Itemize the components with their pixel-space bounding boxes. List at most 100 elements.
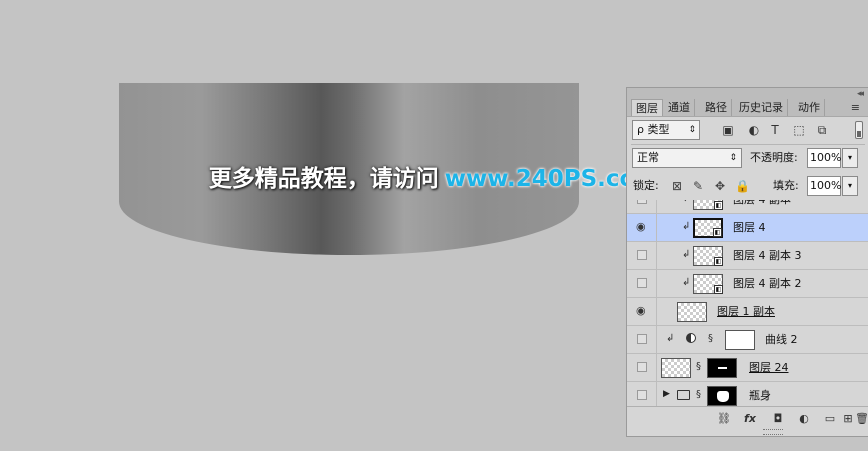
filter-kind-select[interactable]: ρ 类型 ⇕ — [632, 120, 700, 140]
layer-thumbnail: ◧ — [693, 200, 723, 210]
shape-filter-icon[interactable]: ⬚ — [792, 123, 806, 137]
lock-transparency-icon[interactable]: ⊠ — [670, 179, 684, 193]
opacity-input[interactable]: 100% — [807, 148, 841, 168]
layer-filter-row: ρ 类型 ⇕ ▣ ◐ T ⬚ ⧉ — [627, 120, 868, 142]
layer-thumbnail: ◧ — [693, 246, 723, 266]
visibility-toggle[interactable]: ◉ — [627, 298, 657, 325]
layer-name: 瓶身 — [749, 389, 771, 402]
layer-name: 图层 24 — [749, 361, 789, 374]
layer-thumbnail: ◧ — [693, 274, 723, 294]
hidden-box-icon — [637, 334, 647, 344]
blend-row: 正常 ⇕ 不透明度: 100% ▾ — [627, 148, 868, 170]
watermark-text: 更多精品教程，请访问 — [208, 166, 439, 192]
layers-list: ↲ ◧ 图层 4 副本 ◉ ↲ ◧ 图层 4 ↲ ◧ 图层 4 副本 3 ↲ ◧… — [627, 200, 868, 406]
filter-toggle[interactable] — [855, 121, 863, 139]
layer-name: 图层 1 副本 — [717, 305, 775, 318]
lock-row: 锁定: ⊠ ✎ ✥ 🔒 填充: 100% ▾ — [627, 176, 868, 198]
eye-icon: ◉ — [636, 220, 646, 233]
lock-all-icon[interactable]: 🔒 — [735, 179, 750, 193]
eye-icon: ◉ — [636, 304, 646, 317]
layer-mask-thumbnail — [707, 386, 737, 406]
layer-name: 图层 4 — [733, 221, 766, 234]
expand-arrow-icon[interactable]: ▶ — [663, 389, 670, 399]
layer-name: 曲线 2 — [765, 333, 798, 346]
layer-row[interactable]: ◉ ↲ ◧ 图层 4 — [627, 214, 868, 242]
lock-position-icon[interactable]: ✥ — [713, 179, 727, 193]
tab-layers[interactable]: 图层 — [631, 99, 663, 116]
mask-shape — [718, 367, 727, 369]
link-icon[interactable]: § — [696, 361, 701, 372]
adjustment-filter-icon[interactable]: ◐ — [747, 123, 761, 137]
panel-menu-icon[interactable]: ≡ — [851, 101, 860, 114]
visibility-toggle[interactable] — [627, 326, 657, 353]
divider — [631, 144, 865, 145]
tab-paths[interactable]: 路径 — [701, 99, 732, 116]
fill-input[interactable]: 100% — [807, 176, 841, 196]
smart-object-icon: ◧ — [713, 228, 722, 237]
tab-actions[interactable]: 动作 — [794, 99, 825, 116]
layer-thumbnail — [661, 358, 691, 378]
layer-row[interactable]: ↲ ◧ 图层 4 副本 3 — [627, 242, 868, 270]
visibility-toggle[interactable] — [627, 200, 657, 213]
link-icon[interactable]: § — [696, 389, 701, 400]
smart-object-icon: ◧ — [714, 257, 723, 266]
hidden-box-icon — [637, 278, 647, 288]
adjustment-layer-icon — [686, 333, 696, 343]
resize-grip[interactable] — [763, 429, 783, 435]
layer-name: 图层 4 副本 3 — [733, 249, 802, 262]
layer-row[interactable]: ↲ § 曲线 2 — [627, 326, 868, 354]
layer-row[interactable]: ↲ ◧ 图层 4 副本 2 — [627, 270, 868, 298]
hidden-box-icon — [637, 250, 647, 260]
link-layers-icon[interactable]: ⛓ — [717, 412, 731, 426]
tab-channels[interactable]: 通道 — [664, 99, 695, 116]
smart-object-filter-icon[interactable]: ⧉ — [815, 123, 829, 137]
layer-mask-thumbnail — [707, 358, 737, 378]
visibility-toggle[interactable] — [627, 242, 657, 269]
layer-row[interactable]: ◉ 图层 1 副本 — [627, 298, 868, 326]
opacity-dropdown-icon[interactable]: ▾ — [842, 148, 858, 168]
new-group-icon[interactable]: ▭ — [823, 412, 837, 426]
hidden-box-icon — [637, 362, 647, 372]
new-layer-icon[interactable]: ⊞ — [841, 412, 855, 426]
add-mask-icon[interactable]: ◘ — [771, 412, 785, 426]
layer-row[interactable]: § 图层 24 — [627, 354, 868, 382]
fill-dropdown-icon[interactable]: ▾ — [842, 176, 858, 196]
smart-object-icon: ◧ — [714, 285, 723, 294]
filter-kind-label: 类型 — [647, 123, 670, 136]
collapse-panel-icon[interactable]: ◂◂ — [857, 89, 864, 99]
layer-thumbnail: ◧ — [693, 218, 723, 238]
lock-pixels-icon[interactable]: ✎ — [691, 179, 705, 193]
mask-shape — [717, 391, 729, 402]
layer-mask-thumbnail — [725, 330, 755, 350]
lock-label: 锁定: — [633, 179, 659, 192]
link-icon[interactable]: § — [708, 333, 713, 344]
clip-arrow-icon: ↲ — [682, 249, 691, 260]
select-arrow-icon: ⇕ — [688, 125, 696, 135]
layer-name: 图层 4 副本 — [733, 200, 791, 213]
visibility-toggle[interactable] — [627, 382, 657, 406]
folder-icon — [677, 390, 690, 400]
layers-panel: ◂◂ 图层 通道 路径 历史记录 动作 ≡ ρ 类型 ⇕ ▣ ◐ T ⬚ ⧉ 正… — [626, 87, 868, 437]
opacity-label: 不透明度: — [750, 151, 798, 164]
smart-object-icon: ◧ — [714, 201, 723, 210]
fill-label: 填充: — [773, 179, 799, 192]
pixel-filter-icon[interactable]: ▣ — [721, 123, 735, 137]
layer-thumbnail — [677, 302, 707, 322]
trash-icon[interactable]: 🗑 — [855, 412, 868, 426]
visibility-toggle[interactable]: ◉ — [627, 214, 657, 241]
clip-arrow-icon: ↲ — [682, 277, 691, 288]
clip-arrow-icon: ↲ — [682, 200, 690, 204]
fx-icon[interactable]: fx — [743, 412, 757, 426]
hidden-box-icon — [637, 390, 647, 400]
visibility-toggle[interactable] — [627, 354, 657, 381]
search-icon: ρ — [637, 123, 644, 136]
visibility-toggle[interactable] — [627, 270, 657, 297]
blend-mode-select[interactable]: 正常 ⇕ — [632, 148, 742, 168]
clip-arrow-icon: ↲ — [666, 333, 675, 344]
type-filter-icon[interactable]: T — [768, 123, 782, 137]
layer-row[interactable]: ↲ ◧ 图层 4 副本 — [627, 200, 868, 214]
layer-group-row[interactable]: ▶ § 瓶身 — [627, 382, 868, 406]
tab-history[interactable]: 历史记录 — [735, 99, 788, 116]
select-arrow-icon: ⇕ — [729, 153, 737, 163]
new-adjustment-icon[interactable]: ◐ — [797, 412, 811, 426]
